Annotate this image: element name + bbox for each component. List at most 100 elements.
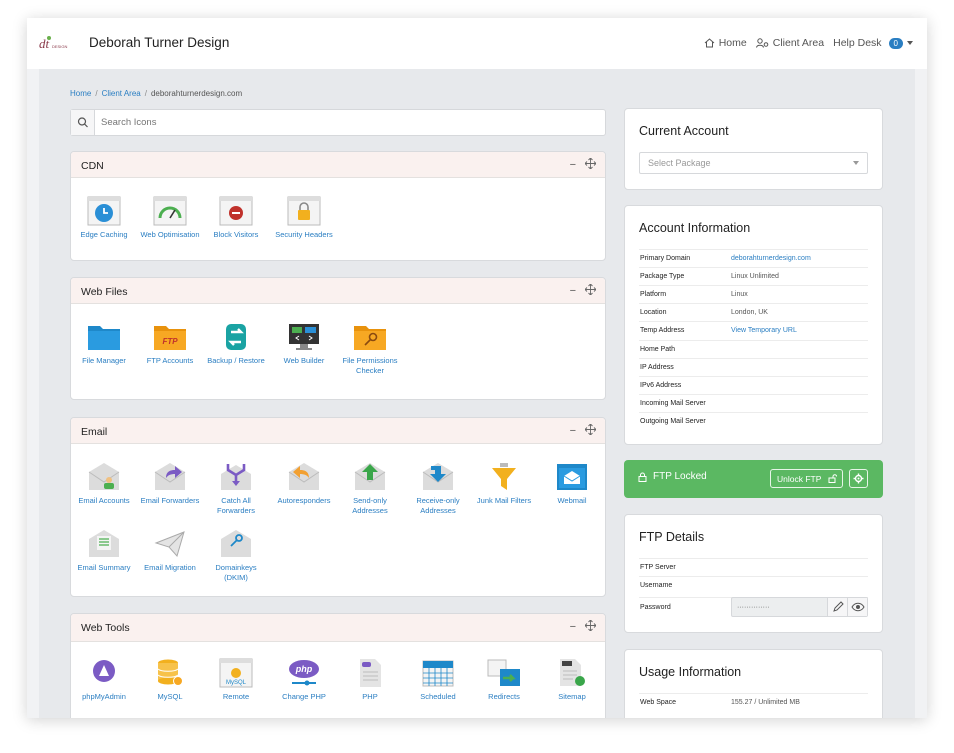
info-row-home-path: Home Path bbox=[639, 340, 868, 358]
minimize-icon[interactable]: − bbox=[570, 425, 576, 437]
tile-email-accounts[interactable]: Email Accounts bbox=[71, 462, 137, 506]
ftp-settings-button[interactable] bbox=[849, 469, 868, 488]
panel-email: Email − Email Accounts Email Forwarders … bbox=[70, 417, 606, 597]
breadcrumb-client-area[interactable]: Client Area bbox=[102, 89, 141, 98]
tile-edge-caching[interactable]: Edge Caching bbox=[71, 196, 137, 240]
panel-web-files: Web Files − File Manager FTP FTP Account… bbox=[70, 277, 606, 400]
tile-security-headers[interactable]: Security Headers bbox=[271, 196, 337, 240]
tile-label: Receive-only Addresses bbox=[416, 496, 460, 515]
tile-label: File Permissions Checker bbox=[342, 356, 398, 375]
refresh-arrows-icon bbox=[226, 324, 246, 350]
tile-web-builder[interactable]: Web Builder bbox=[271, 322, 337, 366]
tile-ftp-accounts[interactable]: FTP FTP Accounts bbox=[137, 322, 203, 366]
search-icon bbox=[71, 110, 95, 135]
edit-password-button[interactable] bbox=[827, 598, 847, 616]
move-icon[interactable] bbox=[585, 158, 596, 169]
nav-home[interactable]: Home bbox=[704, 37, 747, 49]
tile-email-migration[interactable]: Email Migration bbox=[137, 529, 203, 573]
tile-label: Web Builder bbox=[283, 356, 325, 365]
folder-icon bbox=[88, 326, 120, 350]
info-key: Outgoing Mail Server bbox=[640, 418, 706, 425]
xml-sitemap-icon bbox=[560, 659, 585, 686]
tile-file-manager[interactable]: File Manager bbox=[71, 322, 137, 366]
tile-block-visitors[interactable]: Block Visitors bbox=[203, 196, 269, 240]
tile-email-forwarders[interactable]: Email Forwarders bbox=[137, 462, 203, 506]
package-select[interactable]: Select Package bbox=[639, 152, 868, 174]
tile-junk-mail-filters[interactable]: Junk Mail Filters bbox=[471, 462, 537, 506]
info-key: Incoming Mail Server bbox=[640, 400, 706, 407]
php-file-icon bbox=[360, 659, 381, 687]
info-value: 155.27 / Unlimited MB bbox=[731, 699, 800, 706]
svg-text:MySQL: MySQL bbox=[226, 680, 247, 686]
password-field[interactable]: ·············· bbox=[731, 597, 868, 617]
tile-label: Junk Mail Filters bbox=[476, 496, 532, 505]
unlock-icon bbox=[828, 474, 837, 483]
tile-phpmyadmin[interactable]: phpMyAdmin bbox=[71, 658, 137, 702]
panel-title: Web Tools bbox=[81, 622, 130, 634]
primary-domain-link[interactable]: deborahturnerdesign.com bbox=[731, 255, 811, 262]
tile-email-summary[interactable]: Email Summary bbox=[71, 529, 137, 573]
minimize-icon[interactable]: − bbox=[570, 159, 576, 171]
minimize-icon[interactable]: − bbox=[570, 621, 576, 633]
tile-mysql[interactable]: MySQL bbox=[137, 658, 203, 702]
tile-label: Backup / Restore bbox=[207, 356, 265, 365]
breadcrumb-home[interactable]: Home bbox=[70, 89, 91, 98]
nav-help-desk[interactable]: Help Desk 0 bbox=[833, 37, 913, 49]
nav-client-area[interactable]: Client Area bbox=[755, 37, 824, 49]
move-icon[interactable] bbox=[585, 284, 596, 295]
tile-scheduled[interactable]: Scheduled bbox=[405, 658, 471, 702]
move-icon[interactable] bbox=[585, 620, 596, 631]
tile-php[interactable]: PHP bbox=[337, 658, 403, 702]
info-row-location: Location London, UK bbox=[639, 303, 868, 321]
tile-send-only-addresses[interactable]: Send-only Addresses bbox=[337, 462, 403, 516]
tile-domainkeys-dkim[interactable]: Domainkeys (DKIM) bbox=[203, 529, 269, 583]
tile-label: Edge Caching bbox=[80, 230, 128, 239]
search-input[interactable] bbox=[101, 115, 591, 130]
nav-home-label: Home bbox=[718, 37, 747, 49]
info-row-ipv6-address: IPv6 Address bbox=[639, 376, 868, 394]
tile-label: Security Headers bbox=[275, 230, 333, 239]
ftp-folder-icon: FTP bbox=[154, 326, 186, 350]
minimize-icon[interactable]: − bbox=[570, 285, 576, 297]
show-password-button[interactable] bbox=[847, 598, 867, 616]
help-desk-count-badge: 0 bbox=[888, 37, 903, 49]
envelope-reply-icon bbox=[288, 463, 320, 490]
tile-label: MySQL bbox=[157, 692, 183, 701]
brand-name[interactable]: Deborah Turner Design bbox=[89, 35, 229, 50]
tile-label: Email Summary bbox=[77, 563, 131, 572]
breadcrumb-separator: / bbox=[144, 89, 147, 98]
tile-web-optimisation[interactable]: Web Optimisation bbox=[137, 196, 203, 240]
card-ftp-details: FTP Details FTP Server Username Password… bbox=[624, 514, 883, 633]
info-key: IPv6 Address bbox=[640, 382, 682, 389]
info-key: IP Address bbox=[640, 364, 674, 371]
card-account-information: Account Information Primary Domain debora… bbox=[624, 205, 883, 445]
tile-file-permissions-checker[interactable]: File Permissions Checker bbox=[337, 322, 403, 376]
tile-webmail[interactable]: Webmail bbox=[539, 462, 605, 506]
monitor-code-icon bbox=[289, 324, 319, 350]
panel-cdn: CDN − Edge Caching Web Optimisation Bloc… bbox=[70, 151, 606, 261]
info-key: Package Type bbox=[640, 273, 685, 280]
tile-sitemap[interactable]: Sitemap bbox=[539, 658, 605, 702]
brand-logo[interactable]: dt DESIGN bbox=[39, 35, 75, 51]
webmail-window-icon bbox=[557, 464, 587, 490]
info-key: Home Path bbox=[640, 346, 676, 353]
move-icon[interactable] bbox=[585, 424, 596, 435]
unlock-ftp-button[interactable]: Unlock FTP bbox=[770, 469, 843, 488]
tile-redirects[interactable]: Redirects bbox=[471, 658, 537, 702]
redirect-windows-icon bbox=[487, 659, 520, 686]
info-row-primary-domain: Primary Domain deborahturnerdesign.com bbox=[639, 249, 868, 267]
tile-catch-all-forwarders[interactable]: Catch All Forwarders bbox=[203, 462, 269, 516]
svg-text:php: php bbox=[295, 664, 313, 674]
view-temporary-url-link[interactable]: View Temporary URL bbox=[731, 327, 797, 334]
info-row-password: Password ·············· bbox=[639, 597, 868, 619]
svg-text:DESIGN: DESIGN bbox=[52, 44, 67, 49]
tile-change-php[interactable]: php Change PHP bbox=[271, 658, 337, 702]
tile-autoresponders[interactable]: Autoresponders bbox=[271, 462, 337, 506]
tile-backup-restore[interactable]: Backup / Restore bbox=[203, 322, 269, 366]
tile-remote[interactable]: MySQL Remote bbox=[203, 658, 269, 702]
tile-receive-only-addresses[interactable]: Receive-only Addresses bbox=[405, 462, 471, 516]
caret-down-icon bbox=[907, 41, 913, 45]
tile-label: Send-only Addresses bbox=[352, 496, 388, 515]
php-logo-icon: php bbox=[289, 660, 319, 686]
info-row-package-type: Package Type Linux Unlimited bbox=[639, 267, 868, 285]
